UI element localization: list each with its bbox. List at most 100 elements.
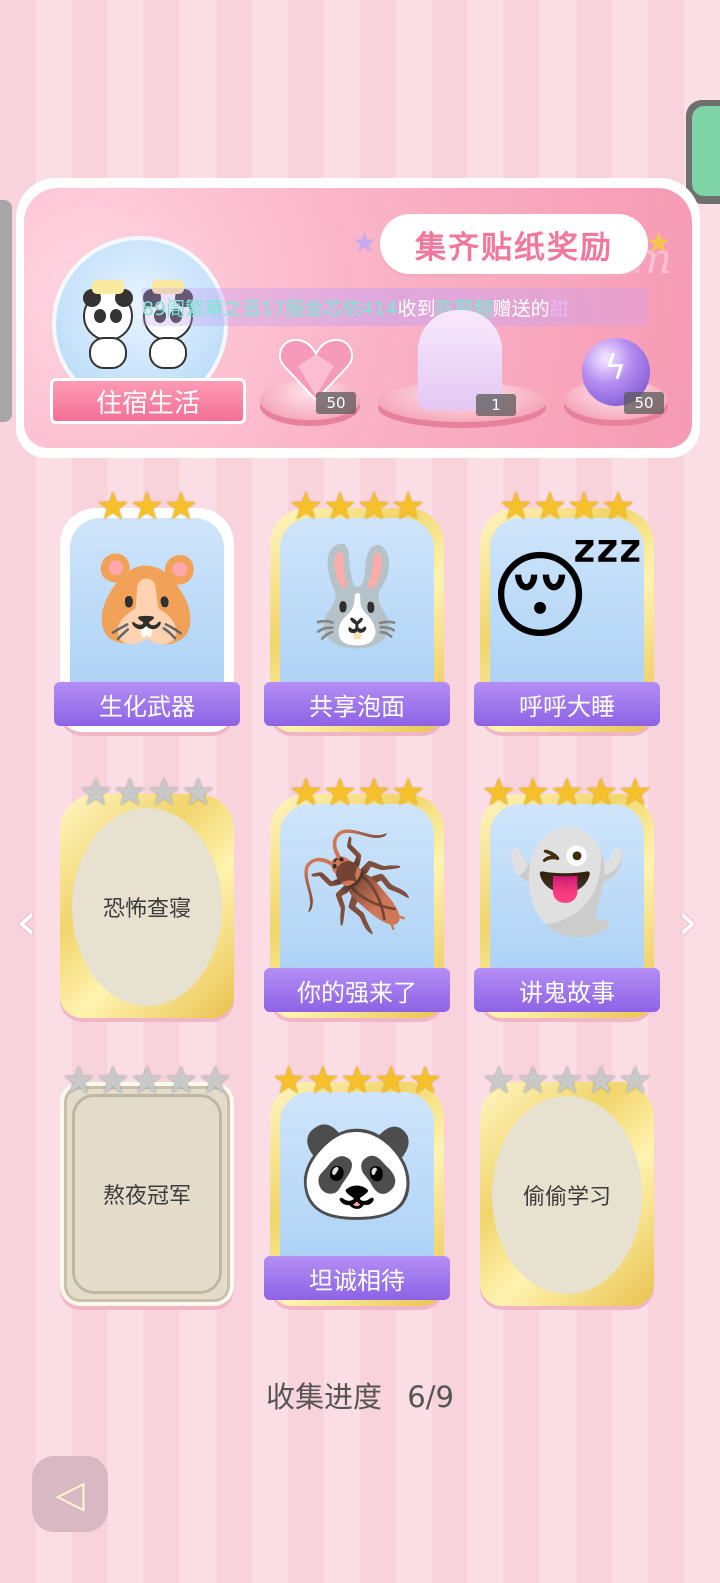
card-frame: 🐹 生化武器 bbox=[54, 508, 240, 732]
reward-dress[interactable]: 1 bbox=[378, 310, 546, 422]
star-decoration-icon: ★ bbox=[646, 226, 672, 259]
card-frame: 🐰 共享泡面 bbox=[264, 508, 450, 732]
card-label: 坦诚相待 bbox=[309, 1266, 405, 1295]
prev-page-icon[interactable]: ‹ bbox=[16, 896, 37, 948]
card-label: 偷偷学习 bbox=[522, 1185, 611, 1210]
gold-star-icon: ★ bbox=[129, 484, 165, 528]
gold-star-icon: ★ bbox=[532, 484, 567, 528]
gold-star-icon: ★ bbox=[322, 770, 357, 814]
sticker-art: 😴 bbox=[490, 518, 644, 708]
gold-star-icon: ★ bbox=[322, 484, 357, 528]
sticker-art: 👻 bbox=[490, 804, 644, 994]
marquee-receiver: 金芯依414 bbox=[304, 297, 398, 320]
locked-oval: 恐怖查寝 bbox=[72, 808, 222, 1006]
star-rating: ★ ★ ★ bbox=[60, 486, 234, 526]
gold-star-icon: ★ bbox=[357, 770, 392, 814]
sticker-art-icon: 🪳 bbox=[297, 826, 417, 938]
gold-star-icon: ★ bbox=[374, 1058, 409, 1102]
grey-star-icon: ★ bbox=[515, 1058, 550, 1102]
right-side-tab[interactable] bbox=[686, 100, 720, 204]
marquee-server: 89阁繁華之音17服 bbox=[142, 297, 305, 320]
sticker-card[interactable]: 偷偷学习 ★ ★ ★ ★ ★ bbox=[480, 1060, 654, 1306]
gold-star-icon: ★ bbox=[339, 1058, 375, 1102]
sticker-art: 🐹 bbox=[70, 518, 224, 708]
star-rating: ★ ★ ★ ★ ★ bbox=[480, 772, 654, 812]
card-label-plate: 共享泡面 bbox=[264, 682, 450, 726]
progress-value: 6/9 bbox=[407, 1380, 454, 1414]
reward-count: 50 bbox=[624, 392, 664, 414]
reward-heart-gem[interactable]: 50 bbox=[260, 336, 360, 420]
card-label-plate: 坦诚相待 bbox=[264, 1256, 450, 1300]
grey-star-icon: ★ bbox=[181, 770, 216, 814]
gold-star-icon: ★ bbox=[391, 484, 426, 528]
gold-star-icon: ★ bbox=[357, 484, 392, 528]
reward-banner: Redeem ★ 集齐贴纸奖励 ★ 住宿生活 89阁繁華之音17服 bbox=[16, 178, 700, 458]
grey-star-icon: ★ bbox=[618, 1058, 653, 1102]
marquee-gift: 甜 bbox=[549, 297, 569, 320]
star-rating: ★ ★ ★ ★ ★ bbox=[60, 1060, 234, 1100]
reward-lightning-orb[interactable]: ϟ 50 bbox=[564, 336, 668, 420]
sticker-card[interactable]: 🐹 生化武器 ★ ★ ★ bbox=[54, 486, 240, 732]
card-label: 讲鬼故事 bbox=[519, 978, 615, 1007]
card-frame: 👻 讲鬼故事 bbox=[474, 794, 660, 1018]
reward-count: 1 bbox=[476, 394, 516, 416]
left-side-tab[interactable] bbox=[0, 200, 12, 422]
marquee-gift-text: 赠送的 bbox=[492, 297, 550, 320]
gold-star-icon: ★ bbox=[288, 770, 323, 814]
card-label: 生化武器 bbox=[99, 692, 195, 721]
sticker-card[interactable]: 恐怖查寝 ★ ★ ★ ★ bbox=[60, 772, 234, 1018]
gold-star-icon: ★ bbox=[549, 770, 585, 814]
grey-star-icon: ★ bbox=[78, 770, 113, 814]
gold-star-icon: ★ bbox=[408, 1058, 443, 1102]
grey-star-icon: ★ bbox=[198, 1058, 233, 1102]
grey-star-icon: ★ bbox=[584, 1058, 619, 1102]
next-page-icon[interactable]: › bbox=[677, 896, 698, 948]
grey-star-icon: ★ bbox=[481, 1058, 516, 1102]
banner-title-plate: 集齐贴纸奖励 bbox=[380, 214, 648, 274]
star-rating: ★ ★ ★ ★ ★ bbox=[480, 1060, 654, 1100]
gold-star-icon: ★ bbox=[567, 484, 602, 528]
card-label-plate: 你的强来了 bbox=[264, 968, 450, 1012]
grey-star-icon: ★ bbox=[549, 1058, 585, 1102]
broadcast-marquee: 89阁繁華之音17服 金芯依414 收到 陈觀翻 赠送的 甜 bbox=[142, 288, 648, 326]
gold-star-icon: ★ bbox=[498, 484, 533, 528]
banner-background: Redeem ★ 集齐贴纸奖励 ★ 住宿生活 89阁繁華之音17服 bbox=[24, 188, 692, 448]
card-label-plate: 生化武器 bbox=[54, 682, 240, 726]
gold-star-icon: ★ bbox=[601, 484, 636, 528]
marquee-verb: 收到 bbox=[397, 297, 436, 320]
star-rating: ★ ★ ★ ★ bbox=[480, 486, 654, 526]
gold-star-icon: ★ bbox=[271, 1058, 306, 1102]
card-frame: 🐼 坦诚相待 bbox=[264, 1082, 450, 1306]
chat-icon[interactable] bbox=[692, 106, 720, 196]
back-button[interactable]: ◁ bbox=[32, 1456, 108, 1532]
sticker-art: 🐼 bbox=[280, 1092, 434, 1282]
sticker-card[interactable]: 熬夜冠军 ★ ★ ★ ★ ★ bbox=[60, 1060, 234, 1306]
star-rating: ★ ★ ★ ★ bbox=[60, 772, 234, 812]
back-arrow-icon: ◁ bbox=[55, 1472, 85, 1516]
sticker-card[interactable]: 😴 呼呼大睡 ★ ★ ★ ★ bbox=[474, 486, 660, 732]
location-label: 住宿生活 bbox=[95, 388, 200, 419]
sticker-card[interactable]: 🪳 你的强来了 ★ ★ ★ ★ bbox=[264, 770, 450, 1018]
sticker-card[interactable]: 👻 讲鬼故事 ★ ★ ★ ★ ★ bbox=[474, 772, 660, 1018]
card-label-plate: 呼呼大睡 bbox=[474, 682, 660, 726]
gold-star-icon: ★ bbox=[391, 770, 426, 814]
card-frame: 熬夜冠军 bbox=[60, 1082, 234, 1306]
star-rating: ★ ★ ★ ★ ★ bbox=[270, 1060, 444, 1100]
card-label-plate: 讲鬼故事 bbox=[474, 968, 660, 1012]
sticker-art: 🐰 bbox=[280, 518, 434, 708]
sticker-art-icon: 😴 bbox=[490, 540, 644, 652]
card-label: 你的强来了 bbox=[297, 978, 417, 1007]
sticker-art-icon: 🐹 bbox=[87, 540, 207, 652]
gold-star-icon: ★ bbox=[164, 484, 199, 528]
grey-star-icon: ★ bbox=[112, 770, 147, 814]
collection-progress: 收集进度 6/9 bbox=[0, 1374, 720, 1416]
card-label: 呼呼大睡 bbox=[519, 692, 615, 721]
star-rating: ★ ★ ★ ★ bbox=[270, 486, 444, 526]
star-decoration-icon: ★ bbox=[352, 226, 378, 259]
card-frame: 😴 呼呼大睡 bbox=[474, 508, 660, 732]
gold-star-icon: ★ bbox=[515, 770, 550, 814]
sticker-card[interactable]: 🐼 坦诚相待 ★ ★ ★ ★ ★ bbox=[264, 1060, 450, 1306]
locked-oval: 偷偷学习 bbox=[492, 1096, 642, 1294]
sticker-card[interactable]: 🐰 共享泡面 ★ ★ ★ ★ bbox=[264, 486, 450, 732]
grey-star-icon: ★ bbox=[61, 1058, 96, 1102]
